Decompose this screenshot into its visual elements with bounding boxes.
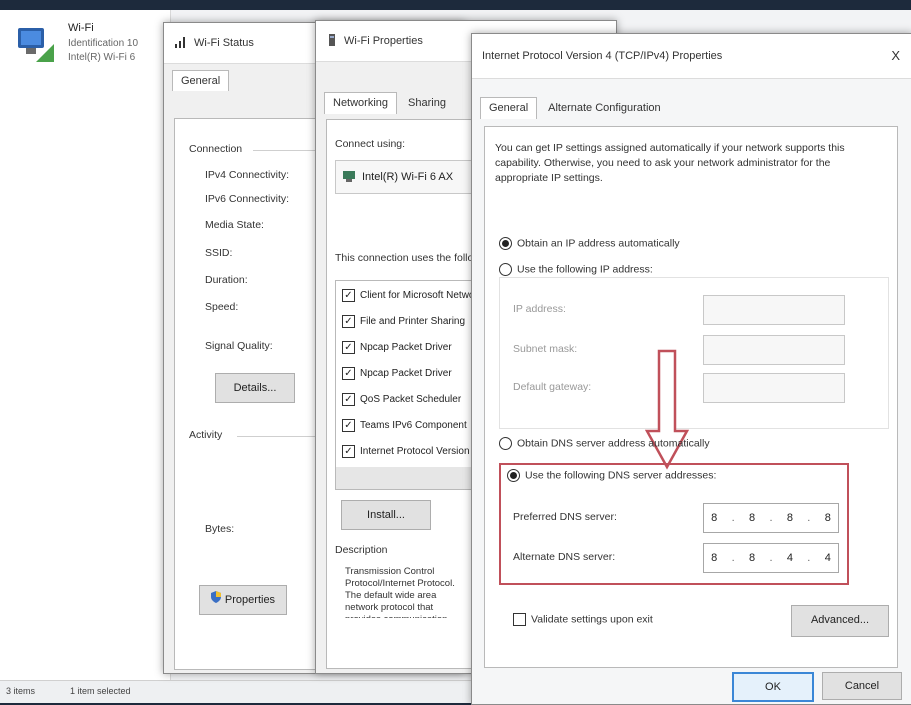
adapter-name-text: Intel(R) Wi-Fi 6 AX — [362, 171, 454, 183]
tab-general[interactable]: General — [172, 70, 230, 91]
adapter-device: Intel(R) Wi-Fi 6 — [68, 52, 136, 63]
media-state-label: Media State: — [205, 219, 264, 231]
radio-indicator — [499, 437, 512, 450]
ip-address-label: IP address: — [513, 303, 566, 315]
close-icon[interactable]: X — [891, 48, 900, 63]
advanced-button[interactable]: Advanced... — [791, 605, 889, 637]
connect-using-label: Connect using: — [335, 138, 406, 150]
status-selected-count: 1 item selected — [70, 686, 131, 696]
description-text: Transmission Control Protocol/Internet P… — [345, 566, 455, 618]
radio-selected-indicator — [507, 469, 520, 482]
use-following-ip-radio[interactable]: Use the following IP address: — [499, 263, 653, 276]
ip-separator: . — [769, 512, 773, 524]
ip-separator: . — [731, 552, 735, 564]
wifi-signal-icon — [174, 35, 188, 52]
adapter-icon — [342, 169, 356, 186]
connection-heading: Connection — [189, 143, 243, 155]
status-item-count: 3 items — [6, 686, 36, 696]
checkbox[interactable]: ✓ — [342, 289, 355, 302]
alternate-dns-input[interactable]: 8. 8. 4. 4 — [703, 543, 839, 573]
ipv4-intro-text: You can get IP settings assigned automat… — [495, 142, 845, 184]
list-item[interactable]: ✓ QoS Packet Scheduler — [342, 393, 461, 406]
subnet-mask-field[interactable] — [703, 335, 845, 365]
obtain-ip-auto-radio[interactable]: Obtain an IP address automatically — [499, 237, 680, 250]
adapter-name[interactable]: Wi-Fi — [68, 22, 94, 34]
wifi-status-title: Wi-Fi Status — [194, 37, 254, 49]
alternate-dns-octet: 8 — [711, 552, 718, 564]
list-item[interactable]: ✓ Teams IPv6 Component — [342, 419, 467, 432]
bytes-label: Bytes: — [205, 523, 235, 535]
preferred-dns-octet: 8 — [749, 512, 756, 524]
activity-heading: Activity — [189, 429, 223, 441]
tab-alternate-configuration[interactable]: Alternate Configuration — [539, 97, 670, 119]
list-item[interactable]: ✓ File and Printer Sharing — [342, 315, 465, 328]
ipv4-properties-dialog: Internet Protocol Version 4 (TCP/IPv4) P… — [471, 33, 911, 705]
preferred-dns-octet: 8 — [786, 512, 793, 524]
checkbox[interactable]: ✓ — [342, 445, 355, 458]
speed-label: Speed: — [205, 301, 239, 313]
ip-separator: . — [731, 512, 735, 524]
network-adapter-icon[interactable] — [14, 22, 58, 66]
install-button[interactable]: Install... — [341, 500, 431, 530]
ipv4-dialog-title: Internet Protocol Version 4 (TCP/IPv4) P… — [482, 50, 723, 62]
list-item[interactable]: ✓ Npcap Packet Driver — [342, 367, 452, 380]
annotation-arrow-icon — [643, 349, 691, 471]
radio-indicator — [499, 263, 512, 276]
preferred-dns-octet: 8 — [824, 512, 831, 524]
obtain-dns-auto-radio[interactable]: Obtain DNS server address automatically — [499, 437, 710, 450]
alternate-dns-octet: 4 — [824, 552, 831, 564]
list-item[interactable]: ✓ Internet Protocol Version 4 — [342, 445, 478, 458]
ip-separator: . — [769, 552, 773, 564]
tab-general[interactable]: General — [480, 97, 538, 119]
list-item[interactable]: ✓ Client for Microsoft Networks — [342, 289, 488, 302]
checkbox[interactable]: ✓ — [342, 315, 355, 328]
ipv4-general-pane: You can get IP settings assigned automat… — [484, 126, 898, 668]
adapter-network: Identification 10 — [68, 38, 139, 49]
use-following-dns-radio[interactable]: Use the following DNS server addresses: — [507, 469, 716, 482]
description-heading: Description — [335, 544, 388, 556]
wifi-properties-title: Wi-Fi Properties — [344, 35, 423, 47]
details-button[interactable]: Details... — [215, 373, 295, 403]
ipv4-tabs: General Alternate Configuration — [472, 79, 911, 119]
validate-settings-checkbox[interactable]: Validate settings upon exit — [513, 613, 653, 626]
properties-label: Properties — [224, 594, 276, 606]
ok-button[interactable]: OK — [732, 672, 814, 702]
tab-networking[interactable]: Networking — [324, 92, 398, 114]
subnet-mask-label: Subnet mask: — [513, 343, 578, 355]
default-gateway-field[interactable] — [703, 373, 845, 403]
default-gateway-label: Default gateway: — [513, 381, 592, 393]
cancel-button[interactable]: Cancel — [822, 672, 902, 700]
ip-separator: . — [807, 512, 811, 524]
explorer-content-pane: Wi-Fi Identification 10 Intel(R) Wi-Fi 6 — [0, 10, 171, 703]
list-item[interactable]: ✓ Npcap Packet Driver — [342, 341, 452, 354]
tab-sharing[interactable]: Sharing — [399, 92, 455, 114]
properties-button[interactable]: Properties — [199, 585, 287, 615]
checkbox[interactable]: ✓ — [342, 341, 355, 354]
preferred-dns-octet: 8 — [711, 512, 718, 524]
checkbox[interactable]: ✓ — [342, 393, 355, 406]
ipv6-connectivity-label: IPv6 Connectivity: — [205, 193, 290, 205]
alternate-dns-label: Alternate DNS server: — [513, 551, 616, 563]
alternate-dns-octet: 8 — [749, 552, 756, 564]
ssid-label: SSID: — [205, 247, 233, 259]
signal-quality-label: Signal Quality: — [205, 340, 273, 352]
ip-separator: . — [807, 552, 811, 564]
ip-address-field[interactable] — [703, 295, 845, 325]
checkbox[interactable] — [513, 613, 526, 626]
checkbox[interactable]: ✓ — [342, 367, 355, 380]
properties-window-icon — [326, 33, 338, 50]
preferred-dns-label: Preferred DNS server: — [513, 511, 617, 523]
shield-icon — [210, 586, 221, 614]
radio-selected-indicator — [499, 237, 512, 250]
ipv4-titlebar: Internet Protocol Version 4 (TCP/IPv4) P… — [472, 34, 911, 79]
duration-label: Duration: — [205, 274, 248, 286]
checkbox[interactable]: ✓ — [342, 419, 355, 432]
ipv4-connectivity-label: IPv4 Connectivity: — [205, 169, 290, 181]
alternate-dns-octet: 4 — [786, 552, 793, 564]
preferred-dns-input[interactable]: 8. 8. 8. 8 — [703, 503, 839, 533]
